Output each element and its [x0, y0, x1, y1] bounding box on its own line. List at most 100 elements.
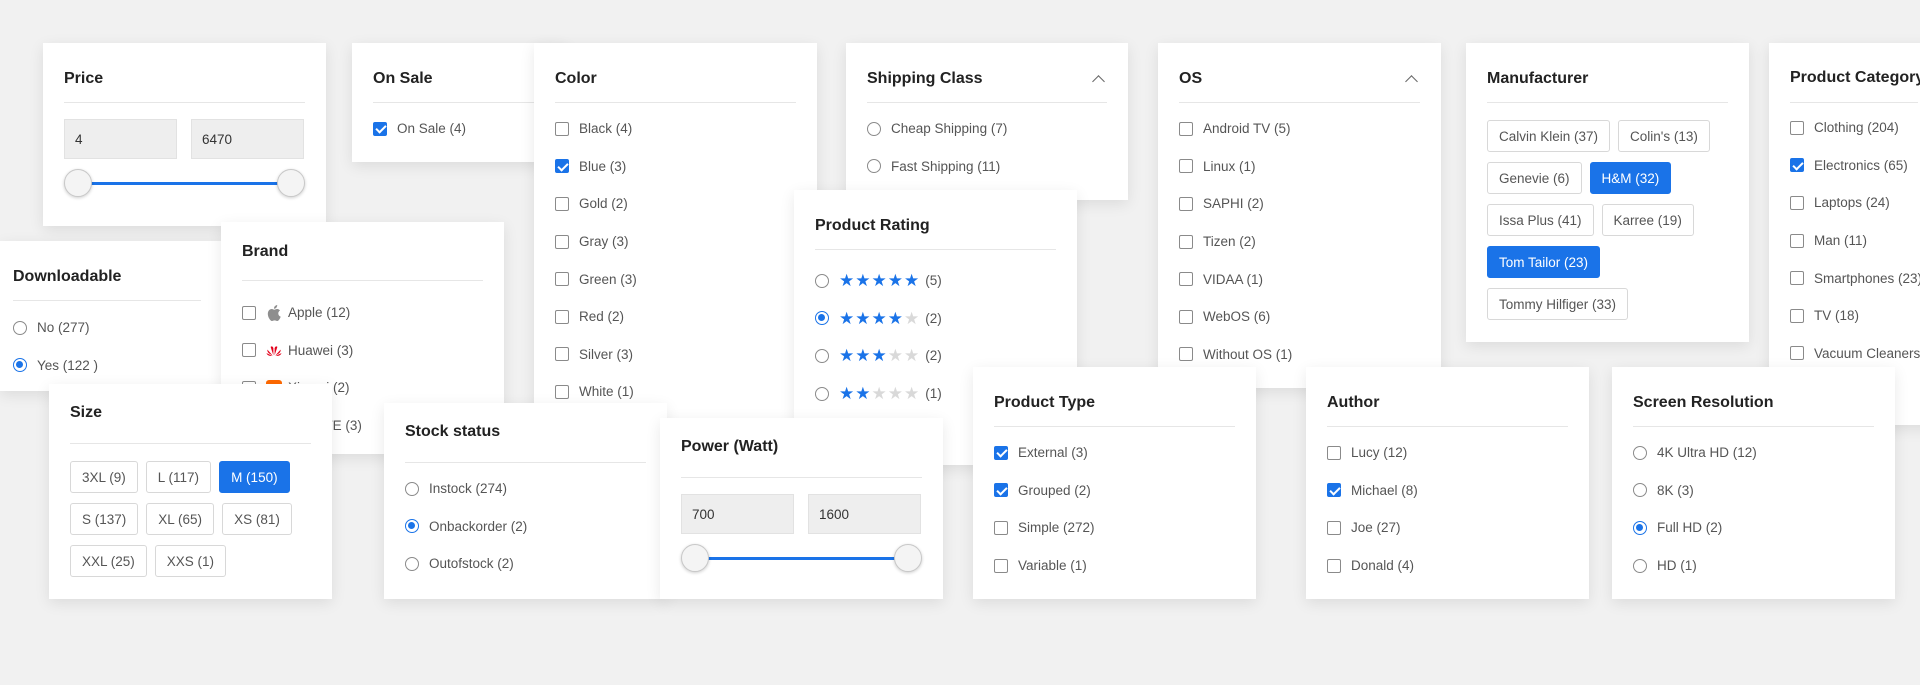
checkbox-option[interactable]: Variable (1) — [994, 547, 1235, 585]
slider-min-handle[interactable] — [64, 169, 92, 197]
radio-button[interactable] — [405, 481, 419, 496]
slider-min-handle[interactable] — [681, 544, 709, 572]
checkbox-option[interactable]: Grouped (2) — [994, 472, 1235, 510]
radio-button[interactable] — [1633, 483, 1647, 498]
filter-pill[interactable]: XL (65) — [146, 503, 215, 535]
radio-button[interactable] — [815, 386, 829, 401]
radio-button[interactable] — [815, 273, 829, 288]
checkbox[interactable] — [1179, 272, 1193, 287]
power-range-slider[interactable] — [681, 544, 922, 572]
radio-button[interactable] — [1633, 520, 1647, 535]
checkbox-option[interactable]: Gold (2) — [555, 185, 796, 223]
filter-pill[interactable]: L (117) — [145, 461, 212, 493]
checkbox-option[interactable]: Linux (1) — [1179, 148, 1420, 186]
checkbox-option[interactable]: Joe (27) — [1327, 509, 1568, 547]
checkbox[interactable] — [242, 305, 256, 320]
price-max-input[interactable] — [191, 119, 304, 159]
checkbox[interactable] — [1790, 233, 1804, 248]
checkbox[interactable] — [1327, 445, 1341, 460]
checkbox[interactable] — [1790, 271, 1804, 286]
radio-button[interactable] — [405, 519, 419, 534]
checkbox-option[interactable]: Smartphones (23) — [1790, 259, 1920, 297]
checkbox-option[interactable]: Gray (3) — [555, 223, 796, 261]
radio-button[interactable] — [1633, 445, 1647, 460]
checkbox[interactable] — [1790, 195, 1804, 210]
checkbox-option[interactable]: On Sale (4) — [373, 110, 546, 148]
checkbox[interactable] — [555, 384, 569, 399]
filter-pill[interactable]: Karree (19) — [1601, 204, 1694, 236]
checkbox[interactable] — [555, 159, 569, 174]
checkbox[interactable] — [994, 483, 1008, 498]
checkbox[interactable] — [1790, 158, 1804, 173]
radio-option[interactable]: Yes (122 ) — [13, 347, 201, 385]
checkbox-option[interactable]: Michael (8) — [1327, 472, 1568, 510]
checkbox-option[interactable]: Green (3) — [555, 260, 796, 298]
filter-pill[interactable]: Colin's (13) — [1618, 120, 1710, 152]
slider-max-handle[interactable] — [894, 544, 922, 572]
checkbox-option[interactable]: VIDAA (1) — [1179, 260, 1420, 298]
checkbox-option[interactable]: Red (2) — [555, 298, 796, 336]
checkbox[interactable] — [1179, 234, 1193, 249]
radio-option[interactable]: Outofstock (2) — [405, 545, 646, 583]
checkbox[interactable] — [1179, 347, 1193, 362]
chevron-up-icon[interactable] — [1092, 75, 1105, 88]
checkbox-option[interactable]: TV (18) — [1790, 297, 1918, 335]
price-min-input[interactable] — [64, 119, 177, 159]
radio-button[interactable] — [815, 311, 829, 326]
checkbox-option[interactable]: Donald (4) — [1327, 547, 1568, 585]
radio-option[interactable]: Instock (274) — [405, 470, 646, 508]
filter-pill[interactable]: M (150) — [219, 461, 290, 493]
radio-button[interactable] — [405, 556, 419, 571]
checkbox[interactable] — [373, 121, 387, 136]
radio-option[interactable]: 4K Ultra HD (12) — [1633, 434, 1874, 472]
radio-option[interactable]: No (277) — [13, 309, 201, 347]
checkbox-option[interactable]: SAPHI (2) — [1179, 185, 1420, 223]
radio-option[interactable]: Full HD (2) — [1633, 509, 1874, 547]
checkbox[interactable] — [1179, 159, 1193, 174]
radio-option[interactable]: Cheap Shipping (7) — [867, 110, 1107, 148]
filter-pill[interactable]: Issa Plus (41) — [1487, 204, 1594, 236]
slider-max-handle[interactable] — [277, 169, 305, 197]
checkbox-option[interactable]: Lucy (12) — [1327, 434, 1568, 472]
filter-pill[interactable]: Genevie (6) — [1487, 162, 1582, 194]
price-range-slider[interactable] — [64, 169, 305, 197]
radio-option[interactable]: Onbackorder (2) — [405, 508, 646, 546]
checkbox-option[interactable]: WebOS (6) — [1179, 298, 1420, 336]
checkbox[interactable] — [242, 343, 256, 358]
checkbox[interactable] — [1327, 520, 1341, 535]
filter-pill[interactable]: Tom Tailor (23) — [1487, 246, 1601, 278]
radio-button[interactable] — [815, 348, 829, 363]
checkbox[interactable] — [994, 520, 1008, 535]
checkbox[interactable] — [1790, 346, 1804, 361]
checkbox[interactable] — [1327, 558, 1341, 573]
checkbox-option[interactable]: Man (11) — [1790, 222, 1918, 260]
checkbox[interactable] — [994, 558, 1008, 573]
radio-option[interactable]: HD (1) — [1633, 547, 1874, 585]
checkbox[interactable] — [555, 196, 569, 211]
filter-pill[interactable]: XXL (25) — [70, 545, 147, 577]
checkbox-option[interactable]: Electronics (65) — [1790, 147, 1918, 185]
radio-option[interactable]: ★ ★ ★ ★ ★ (5) — [815, 262, 1056, 300]
checkbox[interactable] — [555, 272, 569, 287]
checkbox[interactable] — [555, 309, 569, 324]
checkbox[interactable] — [1179, 121, 1193, 136]
checkbox-option[interactable]: Tizen (2) — [1179, 223, 1420, 261]
radio-option[interactable]: 8K (3) — [1633, 472, 1874, 510]
radio-option[interactable]: Fast Shipping (11) — [867, 148, 1107, 186]
radio-button[interactable] — [13, 320, 27, 335]
checkbox-option[interactable]: Android TV (5) — [1179, 110, 1420, 148]
chevron-up-icon[interactable] — [1405, 75, 1418, 88]
power-max-input[interactable] — [808, 494, 921, 534]
radio-button[interactable] — [1633, 558, 1647, 573]
radio-button[interactable] — [867, 121, 881, 136]
filter-pill[interactable]: S (137) — [70, 503, 139, 535]
checkbox[interactable] — [1790, 308, 1804, 323]
checkbox[interactable] — [555, 234, 569, 249]
checkbox-option[interactable]: Silver (3) — [555, 336, 796, 374]
checkbox-option[interactable]: Blue (3) — [555, 148, 796, 186]
checkbox[interactable] — [1179, 309, 1193, 324]
checkbox-option[interactable]: Clothing (204) — [1790, 109, 1918, 147]
power-min-input[interactable] — [681, 494, 794, 534]
filter-pill[interactable]: XXS (1) — [154, 545, 227, 577]
filter-pill[interactable]: Tommy Hilfiger (33) — [1487, 288, 1629, 320]
